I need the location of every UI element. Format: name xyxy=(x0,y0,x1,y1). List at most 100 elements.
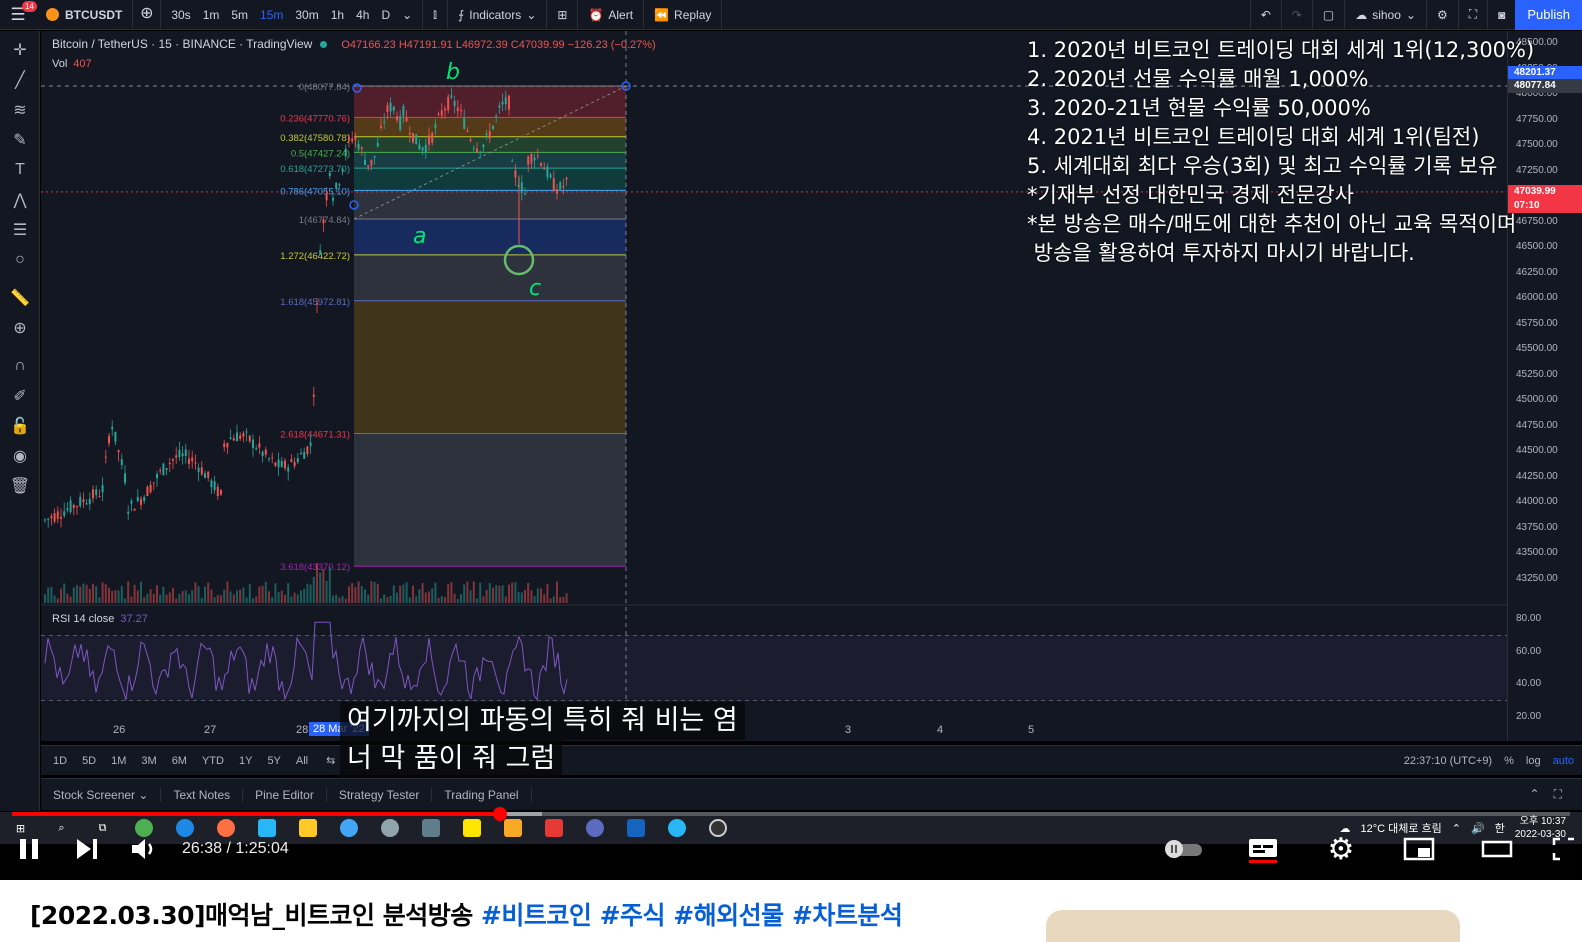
video-hashtags[interactable]: #비트코인 #주식 #해외선물 #차트분석 xyxy=(481,901,903,930)
range-6m[interactable]: 6M xyxy=(172,755,187,767)
alert-button[interactable]: ⏰ Alert xyxy=(578,0,645,30)
zoom-in-icon[interactable]: ⊕ xyxy=(0,313,40,343)
publish-button[interactable]: Publish xyxy=(1515,0,1582,30)
time-axis[interactable]: 26 27 28 28 Mar '22 3 4 5 xyxy=(41,720,1507,742)
interval-chevron-down-icon[interactable]: ⌄ xyxy=(396,8,418,22)
range-1d[interactable]: 1D xyxy=(53,755,67,767)
recommended-thumbnail[interactable] xyxy=(1046,910,1460,942)
range-3m[interactable]: 3M xyxy=(141,755,156,767)
interval-15m[interactable]: 15m xyxy=(254,8,289,22)
snapshot-button[interactable]: ◙ xyxy=(1487,0,1515,30)
interval-5m[interactable]: 5m xyxy=(225,8,254,22)
interval-1m[interactable]: 1m xyxy=(197,8,226,22)
candle-body xyxy=(232,438,235,441)
prediction-icon[interactable]: ☰ xyxy=(0,215,40,245)
menu-icon[interactable]: ☰ 14 xyxy=(0,0,37,30)
panel-tab-trading-panel[interactable]: Trading Panel xyxy=(432,787,532,802)
range-ytd[interactable]: YTD xyxy=(202,755,224,767)
replay-button[interactable]: ⏪ Replay xyxy=(644,0,723,30)
trash-icon[interactable]: 🗑 xyxy=(0,471,40,501)
autoplay-toggle[interactable] xyxy=(1156,826,1214,872)
indicators-button[interactable]: ⨍ Indicators ⌄ xyxy=(448,0,548,30)
panel-tab-stock-screener[interactable]: Stock Screener ⌄ xyxy=(41,787,162,802)
next-button[interactable] xyxy=(58,826,116,872)
interval-1h[interactable]: 1h xyxy=(325,8,350,22)
volume-bar xyxy=(421,582,424,603)
volume-bar xyxy=(536,588,539,603)
panel-tab-pine-editor[interactable]: Pine Editor xyxy=(243,787,327,802)
pencil-lock-icon[interactable]: ✐ xyxy=(0,381,40,411)
pattern-icon[interactable]: ⋀ xyxy=(0,185,40,215)
miniplayer-button[interactable] xyxy=(1390,826,1448,872)
candle-body xyxy=(319,250,322,255)
crosshair-icon[interactable]: ✛ xyxy=(0,35,40,65)
candle-body xyxy=(226,443,229,448)
fullscreen-button-yt[interactable] xyxy=(1546,826,1582,872)
time-tick-label: 4 xyxy=(937,724,944,736)
candle-body xyxy=(88,498,91,504)
layout-select-button[interactable]: ▢ xyxy=(1311,0,1344,30)
interval-30m[interactable]: 30m xyxy=(289,8,324,22)
trend-line-icon[interactable]: ╱ xyxy=(0,65,40,95)
user-layout-button[interactable]: ☁ sihoo ⌄ xyxy=(1344,0,1426,30)
theater-mode-button[interactable] xyxy=(1468,826,1526,872)
fib-retracement-icon[interactable]: ≋ xyxy=(0,95,40,125)
candle-body xyxy=(396,116,398,121)
volume-bar xyxy=(130,596,133,603)
undo-button[interactable]: ↶ xyxy=(1249,0,1281,30)
range-all[interactable]: All xyxy=(296,755,308,767)
pause-icon xyxy=(20,839,38,859)
volume-bar xyxy=(428,591,430,603)
panel-tab-text-notes[interactable]: Text Notes xyxy=(161,787,244,802)
brush-icon[interactable]: ✎ xyxy=(0,125,40,155)
range-1y[interactable]: 1Y xyxy=(239,755,252,767)
volume-bar xyxy=(117,590,120,603)
auto-toggle[interactable]: auto xyxy=(1553,755,1574,767)
video-progress-bar[interactable] xyxy=(12,807,1570,821)
candle-body xyxy=(50,515,53,519)
volume-bar xyxy=(197,586,200,603)
symbol-search[interactable]: BTCUSDT xyxy=(36,0,134,30)
autoplay-toggle-icon xyxy=(1165,840,1202,858)
pause-button[interactable] xyxy=(0,826,58,872)
range-1m[interactable]: 1M xyxy=(111,755,126,767)
panel-tab-strategy-tester[interactable]: Strategy Tester xyxy=(327,787,433,802)
magnet-icon[interactable]: ∩ xyxy=(0,351,40,381)
volume-bar xyxy=(143,597,146,603)
volume-bar xyxy=(111,590,114,603)
candle-body xyxy=(184,449,187,456)
settings-button-yt[interactable]: ⚙ xyxy=(1312,826,1370,872)
text-tool-icon[interactable]: T xyxy=(0,155,40,185)
fullscreen-button[interactable]: ⛶ xyxy=(1457,0,1487,30)
interval-30s[interactable]: 30s xyxy=(165,8,196,22)
volume-button[interactable] xyxy=(116,826,174,872)
volume-bar xyxy=(104,584,107,603)
range-5y[interactable]: 5Y xyxy=(267,755,280,767)
subtitles-button[interactable] xyxy=(1234,826,1292,872)
eye-icon[interactable]: ◉ xyxy=(0,441,40,471)
volume-bar xyxy=(127,581,130,603)
shapes-icon[interactable]: ○ xyxy=(0,245,40,275)
chart-type-button[interactable]: ⫾ xyxy=(423,0,449,30)
collapse-icon[interactable]: ⌃ xyxy=(1530,787,1540,802)
goto-date-icon[interactable]: ⇆ xyxy=(326,754,335,767)
volume-bar xyxy=(248,584,251,603)
candle-body xyxy=(207,471,210,478)
interval-4h[interactable]: 4h xyxy=(350,8,375,22)
log-toggle[interactable]: log xyxy=(1526,755,1541,767)
candle-body xyxy=(200,467,203,475)
maximize-icon[interactable]: ⛶ xyxy=(1554,787,1562,802)
volume-bar xyxy=(524,589,526,603)
interval-D[interactable]: D xyxy=(375,8,396,22)
volume-bar xyxy=(466,581,469,603)
lock-icon[interactable]: 🔓 xyxy=(0,411,40,441)
layouts-button[interactable]: ⊞ xyxy=(547,0,579,30)
ruler-icon[interactable]: 📏 xyxy=(0,283,40,313)
redo-button[interactable]: ↷ xyxy=(1280,0,1312,30)
settings-button[interactable]: ⚙ xyxy=(1425,0,1458,30)
compare-symbol-plus-icon[interactable]: ⊕ xyxy=(133,0,162,30)
scrubber-handle[interactable] xyxy=(492,807,507,821)
percent-toggle[interactable]: % xyxy=(1504,755,1514,767)
utc-clock[interactable]: 22:37:10 (UTC+9) xyxy=(1404,755,1492,767)
range-5d[interactable]: 5D xyxy=(82,755,96,767)
